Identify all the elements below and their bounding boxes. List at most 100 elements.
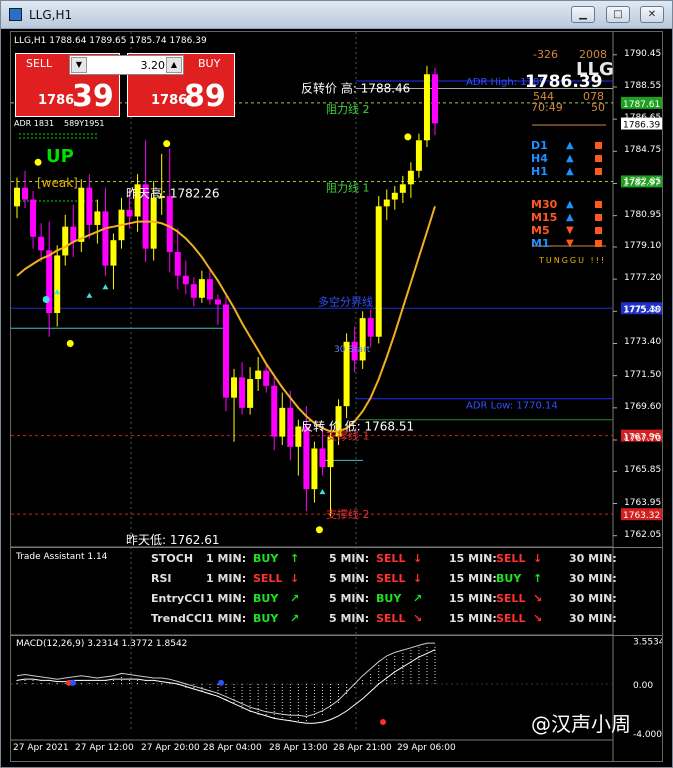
price-tick-label: 1763.95 — [624, 497, 662, 508]
buy-label: BUY — [198, 57, 221, 70]
timeframe-min-label: 30 MIN: — [569, 592, 617, 605]
signal-square-icon — [595, 240, 602, 247]
maximize-button[interactable]: □ — [606, 6, 630, 23]
candle-body — [190, 284, 197, 298]
close-button[interactable]: ✕ — [640, 6, 664, 23]
buy-arrow — [86, 292, 93, 298]
adr-label: ADR 1831 — [14, 119, 55, 128]
price-tick-label: 1782.85 — [624, 177, 662, 188]
timeframe-min-label: 1 MIN: — [206, 552, 247, 565]
price-tick-label: 1762.05 — [624, 529, 662, 540]
signal-square-icon — [595, 227, 602, 234]
title-bar[interactable]: LLG,H1 ▁ □ ✕ — [1, 1, 672, 29]
timeframe-min-label: 15 MIN: — [449, 572, 497, 585]
price-tick-label: 1769.60 — [624, 401, 662, 412]
sell-price-small: 1786 — [38, 93, 75, 108]
triangle-up-icon: ▲ — [566, 199, 574, 210]
sell-signal: SELL — [376, 612, 406, 625]
timeframe-min-label: 30 MIN: — [569, 572, 617, 585]
lot-increase-button[interactable]: ▲ — [166, 57, 182, 73]
chart-area[interactable]: 反转价 高: 1788.46 阻力线 2 阻力线 1 昨天高: 1782.26 多空分界… — [10, 31, 663, 762]
signal-square-icon — [595, 155, 602, 162]
support-2-label: 支撑线 2 — [326, 507, 370, 521]
candle-body — [239, 377, 246, 408]
timeframe-label: H4 — [531, 152, 548, 165]
arrow-down-icon: ↓ — [413, 572, 423, 585]
buy-price-big: 89 — [184, 79, 226, 114]
candle-body — [231, 377, 238, 398]
assistant-row: RSI 1 MIN: SELL ↓ 5 MIN: SELL ↓ 15 MIN: BUY ↑ 30 M… — [11, 572, 662, 590]
timeframe-label: M1 — [531, 237, 550, 250]
buy-signal: BUY — [253, 592, 279, 605]
time-tick-label: 28 Apr 21:00 — [333, 743, 392, 753]
buy-signal: BUY — [376, 592, 402, 605]
candle-body — [150, 197, 157, 249]
timeframe-min-label: 5 MIN: — [329, 552, 370, 565]
indicator-name: STOCH — [151, 552, 194, 565]
candle-body — [102, 211, 109, 266]
adr-low-label: ADR Low: 1770.14 — [466, 401, 558, 412]
arrow-down-icon: ↓ — [290, 572, 300, 585]
timeframe-min-label: 30 MIN: — [569, 552, 617, 565]
price-tick-label: 1767.70 — [624, 434, 662, 444]
chart-window-icon — [9, 8, 22, 21]
lot-decrease-button[interactable]: ▼ — [71, 57, 87, 73]
signal-square-icon — [595, 201, 602, 208]
candle-body — [279, 407, 286, 437]
candle-body — [319, 448, 326, 468]
current-price: 1786.39 — [525, 72, 603, 92]
candle-body — [126, 209, 133, 217]
candle-body — [423, 74, 430, 141]
candle-body — [206, 279, 213, 300]
signal-dot — [315, 526, 323, 534]
time-tick-label: 28 Apr 13:00 — [269, 743, 328, 753]
candle-body — [54, 255, 61, 314]
price-tick-label: 1775.30 — [624, 305, 662, 316]
candle-body — [432, 74, 438, 124]
ohlc-header: LLG,H1 1788.64 1789.65 1785.74 1786.39 — [14, 36, 207, 46]
timeframe-label: M15 — [531, 211, 558, 224]
arrow-up-icon: ↗ — [290, 612, 300, 625]
candle-body — [110, 240, 117, 266]
watermark: @汉声小周 — [531, 712, 631, 736]
assistant-row: STOCH 1 MIN: BUY ↑ 5 MIN: SELL ↓ 15 MIN: SELL ↓ 30… — [11, 552, 662, 570]
assistant-row: TrendCCI 1 MIN: BUY ↗ 5 MIN: SELL ↘ 15 MIN: SELL… — [11, 612, 662, 630]
candle-body — [223, 304, 229, 398]
price-tick-label: 1777.20 — [624, 273, 662, 284]
timeframe-min-label: 1 MIN: — [206, 612, 247, 625]
triangle-up-icon: ▲ — [566, 153, 574, 164]
timeframe-min-label: 5 MIN: — [329, 572, 370, 585]
candle-body — [391, 192, 398, 200]
triangle-up-icon: ▲ — [566, 166, 574, 177]
timeframe-min-label: 15 MIN: — [449, 612, 497, 625]
time-tick-label: 27 Apr 2021 — [13, 743, 69, 753]
candle-body — [86, 187, 93, 225]
timeframe-label: D1 — [531, 139, 548, 152]
time-tick-label: 27 Apr 20:00 — [141, 743, 200, 753]
price-tick-label: 1786.65 — [624, 113, 662, 124]
lot-value: 3.20 — [140, 59, 166, 72]
minimize-button[interactable]: ▁ — [571, 6, 595, 23]
yesterday-high-label: 昨天高: 1782.26 — [126, 185, 219, 200]
countdown-timer: 70:49 — [531, 101, 563, 114]
adr-overlap-label: 589Y1951 — [64, 119, 105, 128]
lot-size-input[interactable]: ▼ 3.20 ▲ — [69, 55, 184, 75]
signal-dot — [404, 133, 412, 141]
buy-arrow — [102, 284, 109, 290]
timeframe-label: H1 — [531, 165, 548, 178]
macd-title: MACD(12,26,9) 3.2314 1.3772 1.8542 — [16, 639, 188, 649]
info-top-left: -326 — [533, 48, 558, 61]
timeframe-min-label: 5 MIN: — [329, 612, 370, 625]
resistance-2-label: 阻力线 2 — [326, 102, 370, 116]
timeframe-min-label: 1 MIN: — [206, 572, 247, 585]
buy-signal: BUY — [253, 612, 279, 625]
signal-square-icon — [595, 142, 602, 149]
candle-body — [271, 385, 278, 437]
candle-body — [198, 279, 205, 298]
sell-signal: SELL — [496, 592, 526, 605]
candle-body — [70, 226, 77, 242]
price-tag-label: 1787.61 — [623, 100, 660, 110]
candle-body — [166, 196, 173, 253]
buy-signal: BUY — [253, 552, 279, 565]
price-tick-label: 1779.10 — [624, 240, 662, 251]
